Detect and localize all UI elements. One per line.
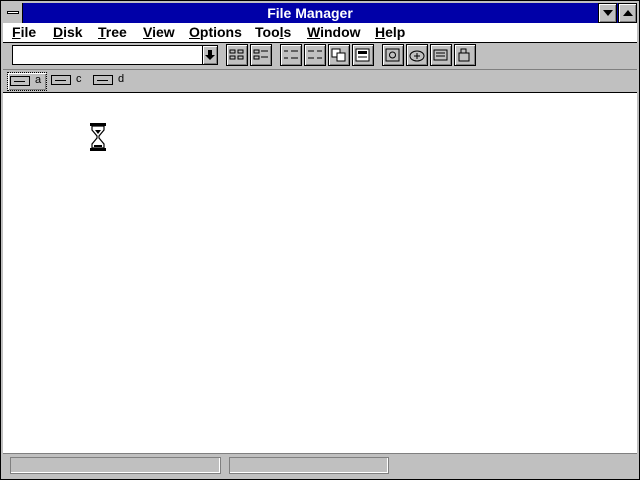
down-arrow-icon — [205, 50, 215, 60]
maximize-arrow-icon — [623, 10, 633, 16]
disconnect-drive-icon — [253, 49, 268, 60]
title-bar[interactable]: File Manager — [3, 3, 637, 23]
drive-d-label: d — [118, 73, 125, 85]
connect-drive-icon — [229, 49, 244, 60]
system-menu-button[interactable] — [3, 3, 23, 23]
menu-view[interactable]: View — [143, 24, 175, 41]
list-names-icon — [284, 50, 298, 59]
menu-tree[interactable]: Tree — [98, 24, 127, 41]
drive-a-label: a — [35, 74, 42, 86]
minimize-button[interactable] — [598, 3, 617, 23]
menu-bar: File Disk Tree View Options Tools Window… — [3, 23, 637, 43]
floppy-drive-icon — [10, 76, 30, 86]
maximize-button[interactable] — [618, 3, 637, 23]
drive-combo-dropdown-button[interactable] — [202, 45, 218, 65]
hourglass-icon — [90, 123, 106, 151]
hard-disk-icon — [51, 75, 71, 85]
drive-d[interactable]: d — [91, 72, 129, 89]
minimize-arrow-icon — [603, 10, 613, 16]
sort-by-date-button[interactable] — [454, 44, 476, 66]
list-details-icon — [308, 50, 322, 59]
sort-by-type-button[interactable] — [352, 44, 374, 66]
system-menu-icon — [7, 11, 19, 14]
print-icon — [433, 49, 448, 61]
menu-options[interactable]: Options — [189, 24, 242, 41]
drive-bar: a c d — [3, 70, 637, 93]
toolbar — [3, 43, 637, 70]
share-as-button[interactable] — [382, 44, 404, 66]
window-title: File Manager — [267, 5, 353, 21]
drive-combo-box[interactable] — [12, 45, 203, 65]
network-drive-icon — [409, 50, 425, 62]
view-name-only-button[interactable] — [280, 44, 302, 66]
view-all-details-button[interactable] — [304, 44, 326, 66]
copy-window-icon — [331, 48, 346, 62]
share-hand-icon — [458, 48, 470, 62]
status-panel-left — [10, 457, 221, 474]
sort-by-name-button[interactable] — [328, 44, 350, 66]
stop-sharing-button[interactable] — [406, 44, 428, 66]
drive-a[interactable]: a — [7, 72, 47, 91]
menu-disk[interactable]: Disk — [53, 24, 83, 41]
drive-c[interactable]: c — [49, 72, 87, 89]
disk-icon — [385, 48, 400, 62]
status-panel-right — [229, 457, 389, 474]
disconnect-network-drive-button[interactable] — [250, 44, 272, 66]
mdi-workspace[interactable] — [3, 93, 637, 454]
status-bar — [3, 454, 637, 478]
menu-help[interactable]: Help — [375, 24, 405, 41]
drive-c-label: c — [76, 73, 82, 85]
network-drive-icon — [93, 75, 113, 85]
sort-by-size-button[interactable] — [430, 44, 452, 66]
menu-tools[interactable]: Tools — [255, 24, 291, 41]
menu-file[interactable]: File — [12, 24, 36, 41]
connect-network-drive-button[interactable] — [226, 44, 248, 66]
menu-window[interactable]: Window — [307, 24, 361, 41]
properties-icon — [355, 48, 370, 62]
file-manager-window: File Manager File Disk Tree View Options… — [0, 0, 640, 480]
